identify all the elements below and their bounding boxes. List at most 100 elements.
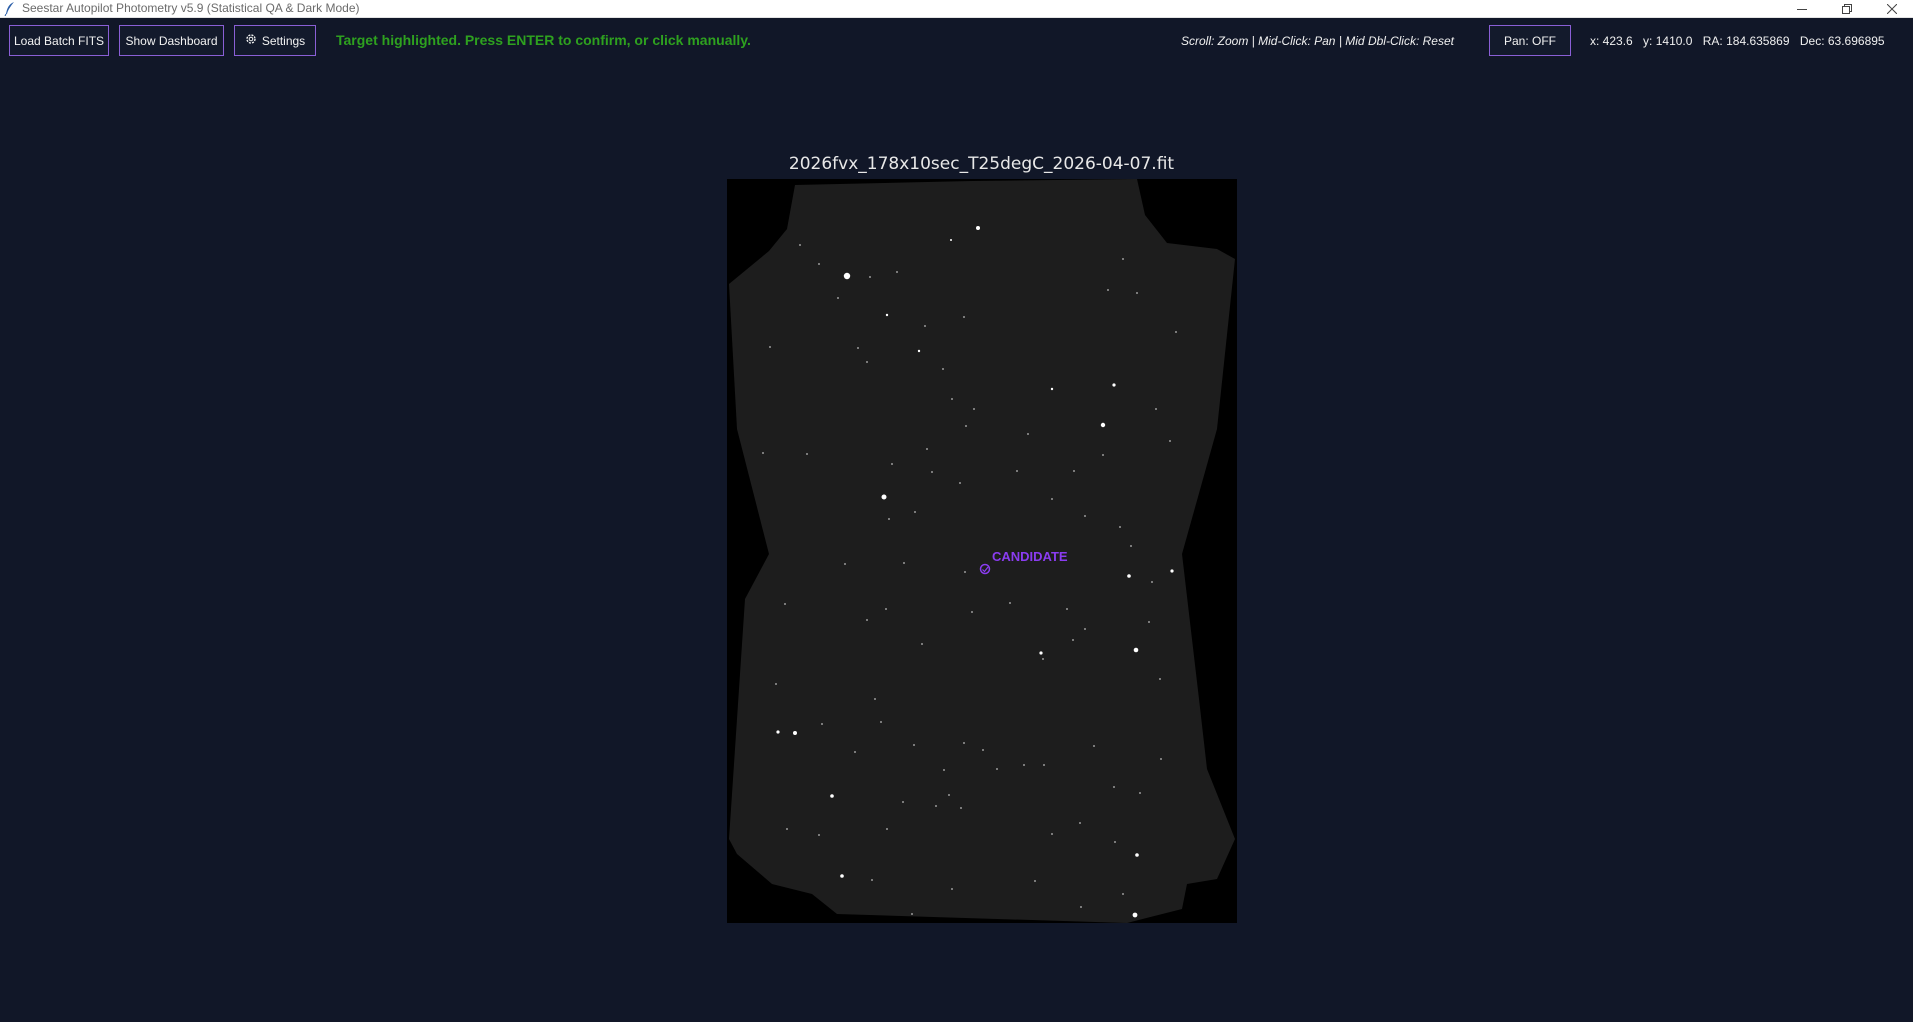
star — [1107, 289, 1109, 291]
star — [843, 272, 851, 280]
coord-ra: RA: 184.635869 — [1702, 34, 1790, 48]
star — [1073, 470, 1075, 472]
star — [976, 226, 980, 230]
gear-icon — [245, 33, 257, 48]
star — [1042, 658, 1044, 660]
star — [1079, 822, 1081, 824]
star — [948, 794, 950, 796]
star — [854, 751, 856, 753]
status-message: Target highlighted. Press ENTER to confi… — [336, 32, 751, 48]
star — [917, 349, 921, 353]
star — [885, 608, 887, 610]
star — [881, 494, 887, 500]
star — [1122, 258, 1124, 260]
close-icon[interactable] — [1869, 0, 1913, 17]
star — [1119, 526, 1121, 528]
star — [1034, 880, 1036, 882]
star — [902, 801, 904, 803]
star — [1051, 833, 1053, 835]
show-dashboard-button[interactable]: Show Dashboard — [119, 25, 224, 56]
star — [1023, 764, 1025, 766]
fits-filename-title: 2026fvx_178x10sec_T25degC_2026-04-07.fit — [788, 154, 1175, 174]
star — [844, 563, 846, 565]
star — [1169, 440, 1171, 442]
star — [1093, 745, 1095, 747]
star — [1009, 602, 1011, 604]
cursor-coordinates: x: 423.6 y: 1410.0 RA: 184.635869 Dec: 6… — [1590, 34, 1892, 48]
star — [776, 730, 780, 734]
coord-y: y: 1410.0 — [1643, 34, 1693, 48]
star — [1155, 408, 1157, 410]
star — [1151, 581, 1153, 583]
star — [830, 794, 834, 798]
star — [1139, 792, 1141, 794]
star — [1122, 893, 1124, 895]
star — [924, 325, 926, 327]
minimize-icon[interactable] — [1779, 0, 1824, 17]
star — [866, 619, 868, 621]
star — [1148, 621, 1150, 623]
star — [931, 471, 933, 473]
star — [982, 749, 984, 751]
star — [963, 316, 965, 318]
star — [963, 742, 965, 744]
star — [1039, 651, 1043, 655]
star — [769, 346, 771, 348]
star — [886, 828, 888, 830]
star — [1160, 758, 1162, 760]
star — [896, 271, 898, 273]
coord-dec: Dec: 63.696895 — [1799, 34, 1885, 48]
star — [840, 874, 844, 878]
navigation-help-text: Scroll: Zoom | Mid-Click: Pan | Mid Dbl-… — [1181, 34, 1454, 48]
star — [960, 807, 962, 809]
star — [793, 731, 797, 735]
star — [784, 603, 786, 605]
star — [888, 518, 890, 520]
star — [926, 448, 928, 450]
star — [921, 643, 923, 645]
star — [1066, 608, 1068, 610]
star — [943, 769, 945, 771]
star — [1072, 639, 1074, 641]
load-batch-fits-button[interactable]: Load Batch FITS — [9, 25, 109, 56]
candidate-label: CANDIDATE — [992, 549, 1068, 564]
star — [874, 698, 876, 700]
star — [1016, 470, 1018, 472]
star — [1132, 912, 1138, 918]
window-titlebar: Seestar Autopilot Photometry v5.9 (Stati… — [0, 0, 1913, 18]
star — [837, 297, 839, 299]
star — [1136, 292, 1138, 294]
pan-toggle-button[interactable]: Pan: OFF — [1489, 25, 1571, 56]
star — [1112, 383, 1116, 387]
fits-image-canvas[interactable]: CANDIDATE — [727, 179, 1237, 923]
star — [1084, 628, 1086, 630]
star — [914, 511, 916, 513]
star — [951, 888, 953, 890]
restore-icon[interactable] — [1824, 0, 1869, 17]
star — [1051, 498, 1053, 500]
settings-button[interactable]: Settings — [234, 25, 316, 56]
star — [869, 276, 871, 278]
star — [903, 562, 905, 564]
star — [762, 452, 764, 454]
star — [973, 408, 975, 410]
stacked-frame-field — [729, 179, 1235, 923]
star — [857, 347, 859, 349]
fits-image-viewer[interactable]: CANDIDATE — [727, 179, 1237, 923]
star — [911, 913, 913, 915]
star — [1175, 331, 1177, 333]
star — [1127, 574, 1131, 578]
settings-label: Settings — [261, 33, 306, 48]
star — [1113, 786, 1115, 788]
star — [1114, 841, 1116, 843]
star — [1027, 433, 1029, 435]
star — [942, 368, 944, 370]
star — [959, 482, 961, 484]
star — [818, 834, 820, 836]
app-feather-icon — [4, 2, 14, 16]
star — [1159, 678, 1161, 680]
star — [786, 828, 788, 830]
star — [1135, 853, 1139, 857]
star — [821, 723, 823, 725]
star — [996, 768, 998, 770]
